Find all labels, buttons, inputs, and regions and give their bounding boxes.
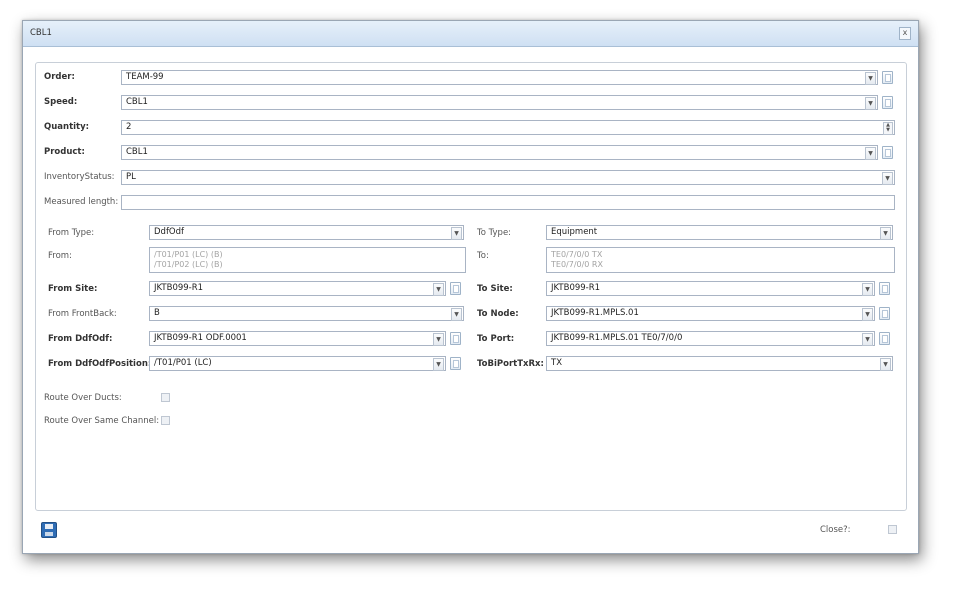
from-ddfodf-position-field[interactable]: /T01/P01 (LC) ▼ [149,356,446,371]
dialog-window: CBL1 x Order: TEAM-99 ▼ Speed: CBL1 ▼ Qu… [22,20,919,554]
product-value: CBL1 [126,147,148,157]
to-textarea[interactable]: TE0/7/0/0 TX TE0/7/0/0 RX [546,247,895,273]
order-picker-icon[interactable] [882,71,893,84]
spin-down-icon[interactable]: ▼ [886,127,890,133]
speed-picker-icon[interactable] [882,96,893,109]
from-ddfodf-value: JKTB099-R1 ODF.0001 [154,333,247,343]
spinner-icon[interactable]: ▲ ▼ [883,122,893,135]
to-node-field[interactable]: JKTB099-R1.MPLS.01 ▼ [546,306,875,321]
save-icon-slot [45,524,53,529]
order-field[interactable]: TEAM-99 ▼ [121,70,878,85]
from-label: From: [48,251,72,261]
quantity-label: Quantity: [44,122,90,132]
to-node-label: To Node: [477,309,519,319]
inventory-status-label: InventoryStatus: [44,172,115,182]
from-site-field[interactable]: JKTB099-R1 ▼ [149,281,446,296]
inventory-status-select[interactable]: PL ▼ [121,170,895,185]
measured-length-label: Measured length: [44,197,119,207]
from-site-picker-icon[interactable] [450,282,461,295]
order-label: Order: [44,72,75,82]
to-line: TE0/7/0/0 RX [551,260,603,269]
product-field[interactable]: CBL1 ▼ [121,145,878,160]
chevron-down-icon[interactable]: ▼ [882,172,893,185]
from-type-value: DdfOdf [154,227,185,237]
from-type-label: From Type: [48,228,95,238]
speed-field[interactable]: CBL1 ▼ [121,95,878,110]
from-frontback-value: B [154,308,160,318]
from-ddfodf-position-picker-icon[interactable] [450,357,461,370]
chevron-down-icon[interactable]: ▼ [865,97,876,110]
from-ddfodf-position-value: /T01/P01 (LC) [154,358,212,368]
from-line: /T01/P02 (LC) (B) [154,260,223,269]
order-value: TEAM-99 [126,72,164,82]
from-type-select[interactable]: DdfOdf ▼ [149,225,464,240]
to-port-value: JKTB099-R1.MPLS.01 TE0/7/0/0 [551,333,683,343]
route-over-ducts-checkbox[interactable] [161,393,170,402]
from-ddfodf-label: From DdfOdf: [48,334,113,344]
close-option-checkbox[interactable] [888,525,897,534]
from-ddfodf-field[interactable]: JKTB099-R1 ODF.0001 ▼ [149,331,446,346]
floppy-disk-icon[interactable] [41,522,57,538]
to-bi-port-txrx-select[interactable]: TX ▼ [546,356,893,371]
chevron-down-icon[interactable]: ▼ [433,283,444,296]
chevron-down-icon[interactable]: ▼ [880,227,891,240]
from-textarea[interactable]: /T01/P01 (LC) (B) /T01/P02 (LC) (B) [149,247,466,273]
to-port-field[interactable]: JKTB099-R1.MPLS.01 TE0/7/0/0 ▼ [546,331,875,346]
from-ddfodf-picker-icon[interactable] [450,332,461,345]
chevron-down-icon[interactable]: ▼ [451,308,462,321]
inventory-status-value: PL [126,172,136,182]
from-frontback-label: From FrontBack: [48,309,117,319]
speed-label: Speed: [44,97,78,107]
close-icon[interactable]: x [899,27,911,40]
from-ddfodf-position-label: From DdfOdfPosition: [48,359,152,369]
chevron-down-icon[interactable]: ▼ [865,147,876,160]
chevron-down-icon[interactable]: ▼ [862,333,873,346]
to-label: To: [477,251,489,261]
to-port-label: To Port: [477,334,515,344]
to-site-picker-icon[interactable] [879,282,890,295]
to-port-picker-icon[interactable] [879,332,890,345]
close-option-label: Close?: [820,525,851,535]
to-line: TE0/7/0/0 TX [551,250,603,259]
chevron-down-icon[interactable]: ▼ [862,283,873,296]
chevron-down-icon[interactable]: ▼ [865,72,876,85]
to-type-label: To Type: [477,228,512,238]
to-bi-port-txrx-value: TX [551,358,563,368]
chevron-down-icon[interactable]: ▼ [880,358,891,371]
from-site-value: JKTB099-R1 [154,283,204,293]
speed-value: CBL1 [126,97,148,107]
from-frontback-select[interactable]: B ▼ [149,306,464,321]
to-node-picker-icon[interactable] [879,307,890,320]
route-over-ducts-label: Route Over Ducts: [44,393,122,403]
from-site-label: From Site: [48,284,98,294]
product-picker-icon[interactable] [882,146,893,159]
to-type-value: Equipment [551,227,598,237]
to-site-label: To Site: [477,284,513,294]
dialog-titlebar: CBL1 x [23,21,918,47]
to-node-value: JKTB099-R1.MPLS.01 [551,308,639,318]
quantity-value: 2 [126,122,132,132]
to-site-field[interactable]: JKTB099-R1 ▼ [546,281,875,296]
save-icon-base [45,532,53,536]
chevron-down-icon[interactable]: ▼ [451,227,462,240]
dialog-title: CBL1 [30,28,52,38]
route-over-same-channel-checkbox[interactable] [161,416,170,425]
to-site-value: JKTB099-R1 [551,283,601,293]
quantity-stepper[interactable]: 2 ▲ ▼ [121,120,895,135]
to-type-select[interactable]: Equipment ▼ [546,225,893,240]
chevron-down-icon[interactable]: ▼ [862,308,873,321]
form-panel: Order: TEAM-99 ▼ Speed: CBL1 ▼ Quantity:… [35,62,907,511]
from-line: /T01/P01 (LC) (B) [154,250,223,259]
route-over-same-channel-label: Route Over Same Channel: [44,416,160,426]
to-bi-port-txrx-label: ToBiPortTxRx: [477,359,544,369]
chevron-down-icon[interactable]: ▼ [433,358,444,371]
measured-length-input[interactable] [121,195,895,210]
chevron-down-icon[interactable]: ▼ [433,333,444,346]
product-label: Product: [44,147,85,157]
